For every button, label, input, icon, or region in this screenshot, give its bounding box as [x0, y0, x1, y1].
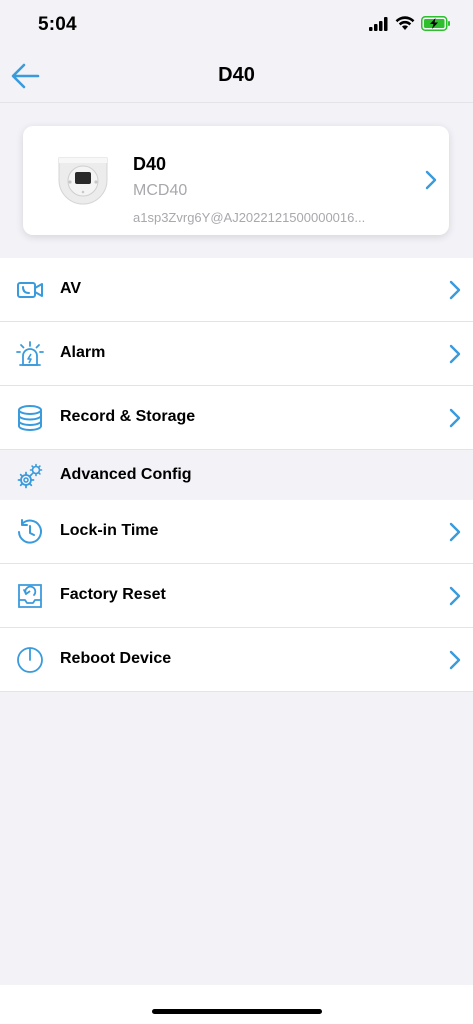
chevron-right-icon	[449, 650, 461, 670]
menu-label-alarm: Alarm	[60, 344, 106, 361]
menu-label-factory-reset: Factory Reset	[60, 586, 166, 603]
chevron-right-icon	[449, 344, 461, 364]
signal-icon	[369, 16, 388, 31]
chevron-right-icon	[449, 408, 461, 428]
bottom-safe-area	[0, 985, 473, 1024]
video-call-icon	[17, 282, 43, 298]
settings-list: AV Alarm Record & Storage Advanced Confi…	[0, 258, 473, 692]
gears-icon	[17, 463, 43, 489]
device-model: MCD40	[133, 182, 188, 199]
section-header-advanced-config: Advanced Config	[0, 450, 473, 500]
menu-item-factory-reset[interactable]: Factory Reset	[0, 564, 473, 628]
device-card[interactable]: D40 MCD40 a1sp3Zvrg6Y@AJ2022121500000016…	[23, 126, 449, 235]
menu-item-record-storage[interactable]: Record & Storage	[0, 386, 473, 450]
menu-label-record-storage: Record & Storage	[60, 408, 196, 425]
device-id: a1sp3Zvrg6Y@AJ2022121500000016...	[133, 210, 366, 225]
status-time: 5:04	[38, 14, 77, 35]
chevron-right-icon	[449, 522, 461, 542]
chevron-right-icon	[449, 280, 461, 300]
menu-item-av[interactable]: AV	[0, 258, 473, 322]
page-title: D40	[218, 64, 255, 86]
menu-label-lock-in-time: Lock-in Time	[60, 522, 159, 539]
status-bar: 5:04	[0, 0, 473, 50]
wifi-icon	[395, 16, 415, 30]
menu-label-av: AV	[60, 280, 82, 297]
chevron-right-icon	[425, 170, 437, 190]
battery-charging-icon	[421, 16, 450, 31]
home-indicator[interactable]	[152, 1009, 322, 1014]
camera-device-image	[58, 157, 108, 205]
menu-item-alarm[interactable]: Alarm	[0, 322, 473, 386]
alarm-siren-icon	[16, 341, 44, 366]
chevron-right-icon	[449, 586, 461, 606]
power-icon	[17, 647, 43, 673]
section-label-advanced-config: Advanced Config	[60, 466, 192, 483]
navigation-bar: D40	[0, 50, 473, 103]
status-icons	[369, 16, 451, 31]
menu-item-lock-in-time[interactable]: Lock-in Time	[0, 500, 473, 564]
menu-item-reboot-device[interactable]: Reboot Device	[0, 628, 473, 692]
reset-tray-icon	[18, 584, 42, 608]
menu-label-reboot-device: Reboot Device	[60, 650, 172, 667]
database-icon	[18, 405, 42, 431]
device-name: D40	[133, 154, 167, 174]
clock-sync-icon	[18, 519, 42, 544]
